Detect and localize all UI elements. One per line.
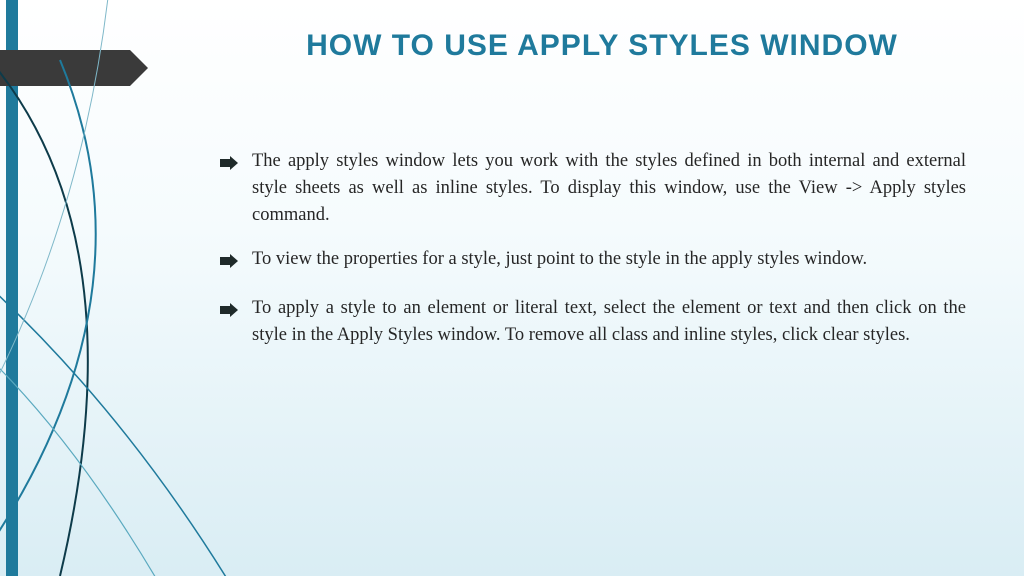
arrow-bullet-icon <box>220 152 244 228</box>
arrow-bullet-icon <box>220 250 244 277</box>
bullet-text: To view the properties for a style, just… <box>252 246 966 277</box>
list-item: The apply styles window lets you work wi… <box>220 148 966 228</box>
bullet-text: To apply a style to an element or litera… <box>252 295 966 349</box>
arrow-bullet-icon <box>220 299 244 349</box>
bullet-list: The apply styles window lets you work wi… <box>220 148 966 367</box>
bullet-text: The apply styles window lets you work wi… <box>252 148 966 228</box>
list-item: To apply a style to an element or litera… <box>220 295 966 349</box>
ribbon-decoration <box>0 50 130 86</box>
list-item: To view the properties for a style, just… <box>220 246 966 277</box>
left-accent-bar <box>6 0 18 576</box>
slide-title: HOW TO USE APPLY STYLES WINDOW <box>260 26 944 67</box>
